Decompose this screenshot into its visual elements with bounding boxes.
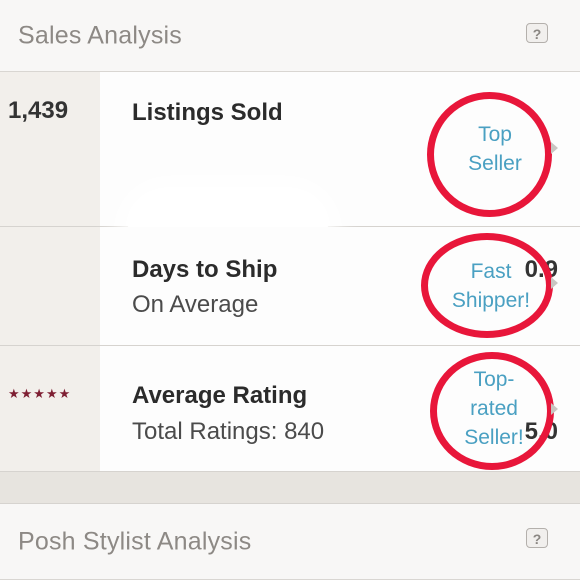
highlight-circle <box>421 233 553 338</box>
total-ratings-text: Total Ratings: 840 <box>132 418 325 445</box>
average-rating-row[interactable]: ★★★★★ 5.0 Average Rating Total Ratings: … <box>0 346 580 472</box>
posh-stylist-header: Posh Stylist Analysis ? <box>0 504 580 580</box>
sales-analysis-header: Sales Analysis ? <box>0 0 580 72</box>
chevron-right-icon <box>551 142 558 154</box>
stat-column <box>0 72 100 226</box>
highlight-circle <box>430 352 554 470</box>
rating-stars: ★★★★★ <box>8 386 72 401</box>
average-rating-label: Average Rating <box>132 382 308 409</box>
days-to-ship-label: Days to Ship <box>132 256 278 283</box>
days-to-ship-row[interactable]: 0.9 Days to Ship On Average Fast Shipper… <box>0 227 580 346</box>
help-button[interactable]: ? <box>526 23 548 43</box>
stat-column <box>0 346 100 471</box>
help-button[interactable]: ? <box>526 528 548 548</box>
section-divider <box>0 472 580 504</box>
days-to-ship-sub: On Average <box>132 291 259 318</box>
listings-sold-value: 1,439 <box>8 97 69 124</box>
chevron-right-icon <box>551 277 558 289</box>
chevron-right-icon <box>551 403 558 415</box>
sales-analysis-title: Sales Analysis <box>18 21 182 49</box>
stat-column <box>0 227 100 345</box>
listings-sold-label: Listings Sold <box>132 99 283 126</box>
listings-sold-row[interactable]: 1,439 Listings Sold Top Seller <box>0 72 580 302</box>
posh-stylist-title: Posh Stylist Analysis <box>18 527 252 555</box>
highlight-circle <box>427 92 552 217</box>
